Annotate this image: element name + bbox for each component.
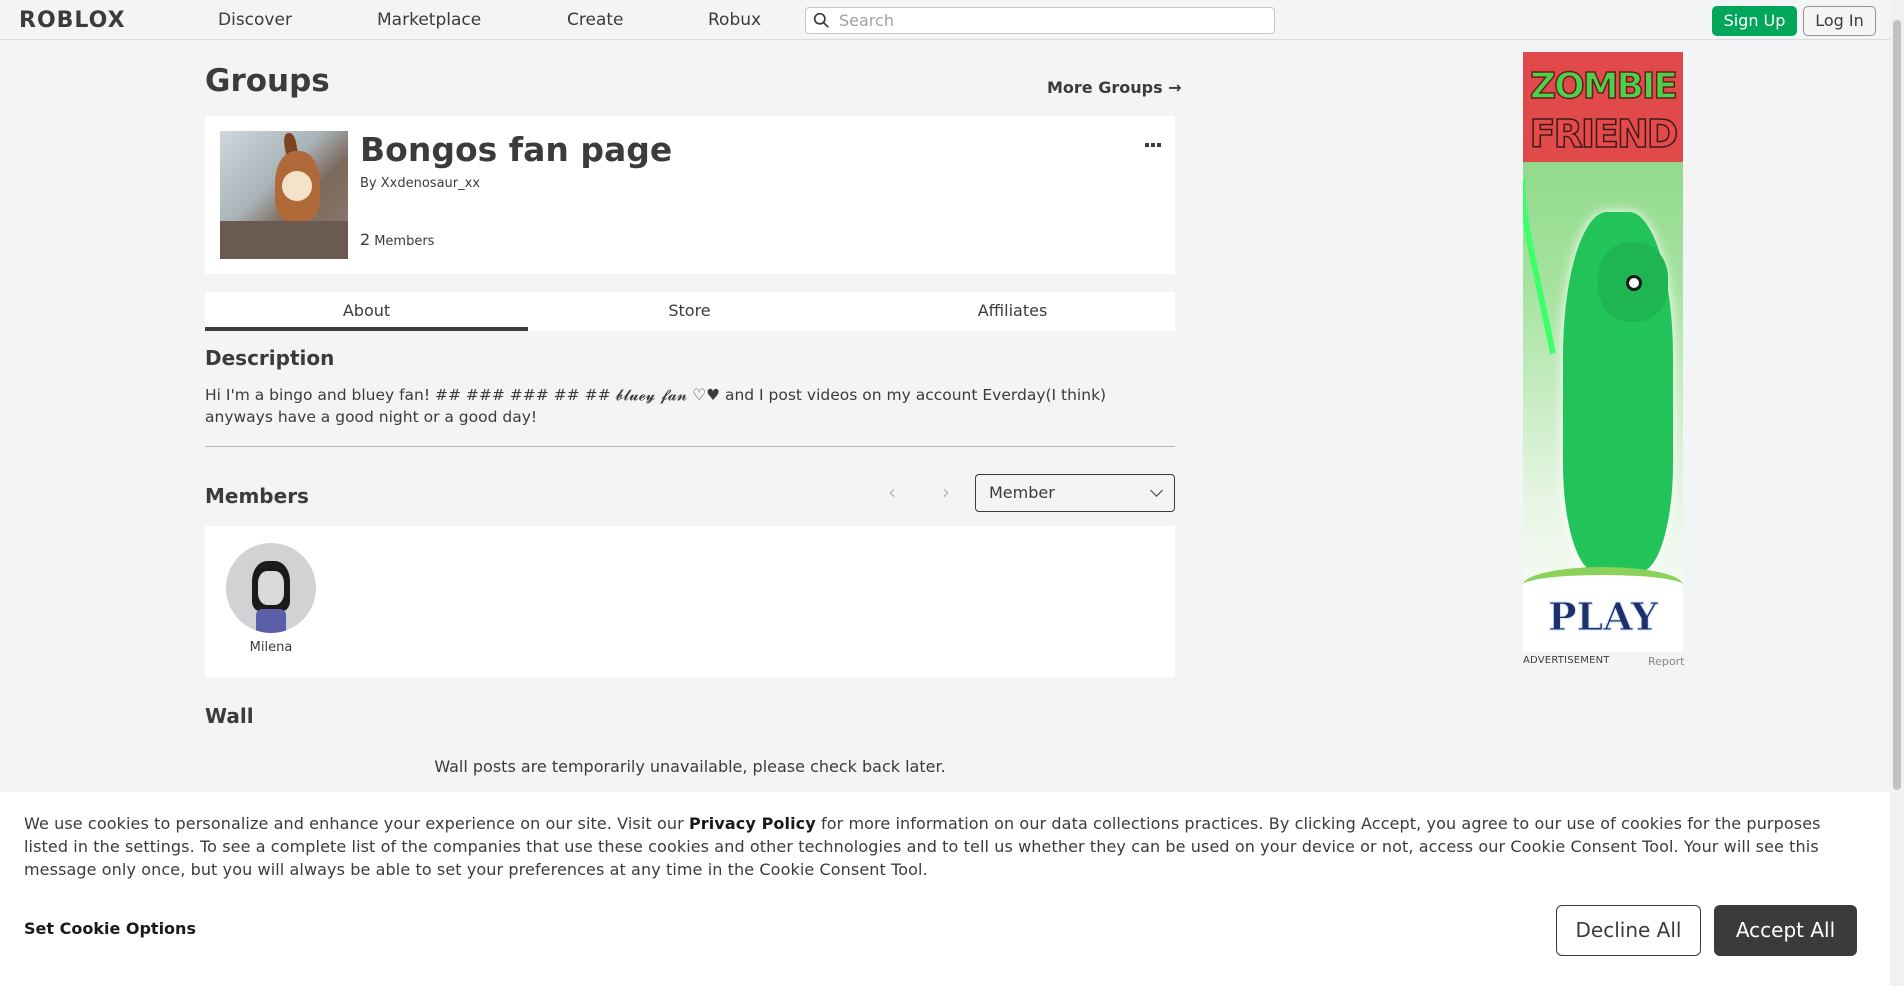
more-options-icon[interactable]: [1145, 132, 1165, 147]
roblox-logo[interactable]: ROBLOX: [19, 8, 126, 33]
ad-title-line2: FRIEND: [1529, 111, 1679, 157]
nav-discover[interactable]: Discover: [218, 10, 292, 30]
role-selected-value: Member: [989, 483, 1055, 502]
tab-store[interactable]: Store: [528, 292, 851, 331]
nav-marketplace[interactable]: Marketplace: [377, 10, 481, 30]
group-name: Bongos fan page: [360, 130, 673, 169]
prev-page-icon[interactable]: ‹: [888, 480, 896, 504]
decline-all-button[interactable]: Decline All: [1556, 905, 1701, 956]
tab-about[interactable]: About: [205, 292, 528, 331]
privacy-policy-link[interactable]: Privacy Policy: [689, 814, 816, 833]
group-owner-link[interactable]: Xxdenosaur_xx: [381, 176, 480, 191]
search-placeholder: Search: [839, 11, 894, 30]
search-input[interactable]: Search: [805, 7, 1275, 34]
cookie-consent-banner: We use cookies to personalize and enhanc…: [0, 792, 1890, 986]
next-page-icon[interactable]: ›: [942, 480, 950, 504]
advertisement-banner[interactable]: ZOMBIE FRIEND PLAY: [1523, 52, 1683, 652]
member-count-value: 2: [360, 230, 371, 249]
nav-create[interactable]: Create: [567, 10, 624, 30]
wall-unavailable-message: Wall posts are temporarily unavailable, …: [434, 757, 946, 776]
member-count-label: Members: [374, 234, 435, 249]
chevron-down-icon: [1150, 484, 1163, 497]
members-heading: Members: [205, 484, 309, 508]
advertisement-label: ADVERTISEMENT: [1523, 655, 1610, 666]
member-name[interactable]: Milena: [226, 640, 316, 655]
search-icon: [813, 12, 829, 28]
member-avatar[interactable]: [226, 543, 316, 633]
ad-report-link[interactable]: Report: [1648, 655, 1684, 668]
section-divider: [205, 446, 1175, 447]
wall-heading: Wall: [205, 704, 254, 728]
role-dropdown[interactable]: Member: [975, 474, 1175, 512]
page-title: Groups: [205, 63, 330, 99]
group-member-count: 2 Members: [360, 230, 434, 249]
members-list: Milena: [205, 526, 1175, 677]
group-header-card: Bongos fan page By Xxdenosaur_xx 2 Member…: [205, 116, 1175, 274]
tab-affiliates[interactable]: Affiliates: [851, 292, 1174, 331]
accept-all-button[interactable]: Accept All: [1714, 905, 1857, 956]
by-label: By: [360, 176, 377, 191]
sign-up-button[interactable]: Sign Up: [1712, 6, 1797, 36]
group-tabs: About Store Affiliates: [205, 292, 1175, 331]
group-emblem: [220, 131, 348, 259]
group-owner-line: By Xxdenosaur_xx: [360, 176, 480, 191]
description-text: Hi I'm a bingo and bluey fan! ## ### ###…: [205, 386, 1107, 426]
page-scrollbar[interactable]: [1890, 0, 1904, 986]
nav-robux[interactable]: Robux: [708, 10, 761, 30]
set-cookie-options-link[interactable]: Set Cookie Options: [24, 919, 196, 938]
top-navigation-bar: ROBLOX Discover Marketplace Create Robux…: [0, 0, 1890, 40]
ad-title-line1: ZOMBIE: [1529, 65, 1678, 108]
ad-play-cta: PLAY: [1547, 594, 1658, 640]
cookie-consent-text: We use cookies to personalize and enhanc…: [24, 814, 1821, 879]
log-in-button[interactable]: Log In: [1803, 6, 1876, 36]
description-heading: Description: [205, 346, 335, 370]
more-groups-link[interactable]: More Groups →: [1047, 78, 1182, 97]
scrollbar-thumb[interactable]: [1893, 20, 1901, 790]
